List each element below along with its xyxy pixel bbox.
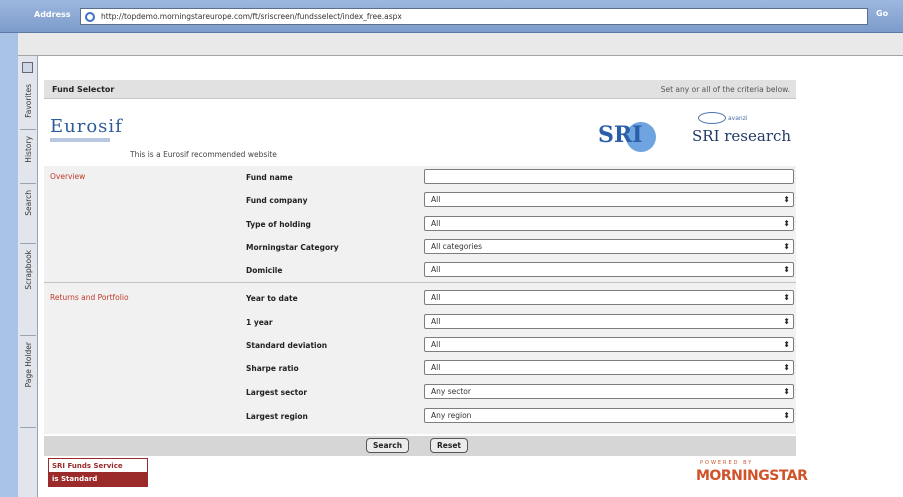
recommended-note: This is a Eurosif recommended website — [130, 150, 277, 159]
field-value: All — [431, 293, 441, 302]
sri-logo-text: SRI — [598, 122, 643, 148]
sidebar-tab-scrapbook[interactable]: Scrapbook — [20, 246, 36, 336]
domicile-select[interactable]: All ⬍ — [424, 262, 794, 277]
search-button[interactable]: Search — [366, 438, 410, 453]
field-value: Any sector — [431, 387, 471, 396]
sri-funds-service-badge[interactable]: SRI Funds Service is Standard — [48, 458, 148, 487]
eurosif-logo-underline — [50, 138, 110, 142]
select-arrow-icon: ⬍ — [783, 387, 790, 396]
select-arrow-icon: ⬍ — [783, 219, 790, 228]
select-arrow-icon: ⬍ — [783, 242, 790, 251]
select-arrow-icon: ⬍ — [783, 293, 790, 302]
eurosif-logo: Eurosif — [50, 116, 123, 137]
field-value: All — [431, 265, 441, 274]
largest-sector-select[interactable]: Any sector ⬍ — [424, 384, 794, 399]
section-divider — [44, 282, 796, 283]
label-type-of-holding: Type of holding — [246, 220, 311, 229]
sidebar-tab-page-holder[interactable]: Page Holder — [20, 338, 36, 428]
sidebar-tab-label: Favorites — [23, 84, 33, 118]
label-largest-region: Largest region — [246, 412, 308, 421]
sharpe-ratio-select[interactable]: All ⬍ — [424, 360, 794, 375]
powered-by-text: POWERED BY — [700, 460, 754, 466]
year-to-date-select[interactable]: All ⬍ — [424, 290, 794, 305]
sidebar-tab-label: History — [23, 136, 33, 163]
address-bar: Address http://topdemo.morningstareurope… — [0, 0, 903, 33]
section-overview: Overview — [50, 172, 86, 181]
sidebar-tab-label: Search — [23, 190, 33, 216]
page-title: Fund Selector — [52, 85, 115, 94]
criteria-form: Overview Returns and Portfolio Fund name… — [44, 166, 796, 434]
field-value: Any region — [431, 411, 472, 420]
sidebar-tab-history[interactable]: History — [20, 132, 36, 184]
standard-deviation-select[interactable]: All ⬍ — [424, 337, 794, 352]
sidebar-tab-label: Page Holder — [23, 342, 33, 388]
sidebar-tab-favorites[interactable]: Favorites — [20, 80, 36, 130]
fund-name-input[interactable] — [424, 169, 794, 184]
section-returns-portfolio: Returns and Portfolio — [50, 293, 129, 302]
explorer-sidebar: Favorites History Search Scrapbook Page … — [18, 56, 38, 497]
avanzi-label: avanzi — [728, 115, 748, 122]
browser-toolbar — [18, 33, 903, 56]
label-1-year: 1 year — [246, 318, 273, 327]
sidebar-tab-search[interactable]: Search — [20, 186, 36, 244]
select-arrow-icon: ⬍ — [783, 195, 790, 204]
field-value: All — [431, 340, 441, 349]
largest-region-select[interactable]: Any region ⬍ — [424, 408, 794, 423]
panel-title-bar: Fund Selector Set any or all of the crit… — [44, 80, 796, 99]
select-arrow-icon: ⬍ — [783, 363, 790, 372]
sri-research-logo: avanzi SRI research — [692, 112, 800, 152]
desktop-edge — [0, 0, 18, 497]
label-largest-sector: Largest sector — [246, 388, 308, 397]
label-year-to-date: Year to date — [246, 294, 298, 303]
field-value: All categories — [431, 242, 482, 251]
field-value: All — [431, 195, 441, 204]
instruction-text: Set any or all of the criteria below. — [660, 85, 790, 94]
url-input[interactable]: http://topdemo.morningstareurope.com/ft/… — [80, 8, 868, 25]
browser-page-icon — [85, 12, 95, 22]
label-sharpe-ratio: Sharpe ratio — [246, 364, 299, 373]
morningstar-logo: MORNINGSTAR — [696, 468, 808, 484]
label-fund-company: Fund company — [246, 196, 308, 205]
badge-top-text: SRI Funds Service — [49, 459, 147, 472]
field-value: All — [431, 219, 441, 228]
label-morningstar-category: Morningstar Category — [246, 243, 339, 252]
label-domicile: Domicile — [246, 266, 283, 275]
address-label: Address — [34, 10, 71, 19]
avanzi-logo — [698, 112, 726, 124]
sri-research-text: SRI research — [692, 127, 792, 145]
sri-logo: SRI — [598, 120, 658, 152]
type-of-holding-select[interactable]: All ⬍ — [424, 216, 794, 231]
go-button[interactable]: Go — [876, 9, 888, 18]
reset-button[interactable]: Reset — [430, 438, 468, 453]
button-strip: Search Reset — [44, 436, 796, 456]
badge-bottom-text: is Standard — [49, 472, 147, 486]
field-value: All — [431, 317, 441, 326]
select-arrow-icon: ⬍ — [783, 340, 790, 349]
label-standard-deviation: Standard deviation — [246, 341, 328, 350]
fund-company-select[interactable]: All ⬍ — [424, 192, 794, 207]
select-arrow-icon: ⬍ — [783, 411, 790, 420]
sidebar-toggle-icon[interactable] — [22, 62, 33, 73]
sidebar-tab-label: Scrapbook — [23, 250, 33, 290]
morningstar-category-select[interactable]: All categories ⬍ — [424, 239, 794, 254]
url-text: http://topdemo.morningstareurope.com/ft/… — [101, 12, 402, 21]
select-arrow-icon: ⬍ — [783, 317, 790, 326]
field-value: All — [431, 363, 441, 372]
label-fund-name: Fund name — [246, 173, 293, 182]
select-arrow-icon: ⬍ — [783, 265, 790, 274]
one-year-select[interactable]: All ⬍ — [424, 314, 794, 329]
